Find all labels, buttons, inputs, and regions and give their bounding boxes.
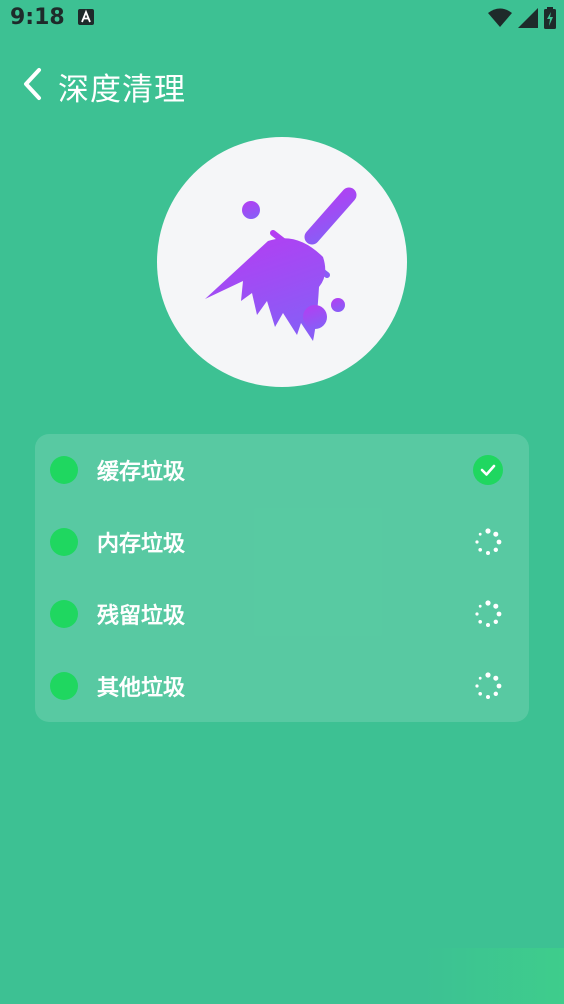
header: 深度清理 [0,60,564,110]
list-item: 缓存垃圾 [35,434,529,506]
status-dot [50,672,78,700]
junk-label-memory: 内存垃圾 [97,532,186,557]
loading-spinner-icon [475,672,502,699]
signal-icon [518,8,538,28]
logo-circle [157,137,407,387]
junk-list-panel: 缓存垃圾 内存垃圾 残留垃圾 其他垃圾 [35,434,529,722]
loading-spinner-icon [475,600,502,627]
status-dot [50,600,78,628]
loading-spinner-icon [475,528,502,555]
status-bar: 9:18 [0,0,564,38]
junk-label-residual: 残留垃圾 [97,604,186,629]
broom-icon [205,187,357,341]
list-item: 内存垃圾 [35,506,529,578]
list-item: 其他垃圾 [35,650,529,722]
junk-label-cache: 缓存垃圾 [97,460,186,485]
done-check-icon [473,455,503,485]
bottom-glow [424,948,564,1004]
list-item: 残留垃圾 [35,578,529,650]
chevron-left-icon[interactable] [18,64,48,104]
status-dot [50,456,78,484]
page-title: 深度清理 [58,72,186,108]
wifi-icon [488,8,512,27]
status-dot [50,528,78,556]
junk-label-other: 其他垃圾 [97,676,186,701]
a-notification-icon [78,9,94,25]
status-time: 9:18 [10,5,65,30]
battery-charging-icon [544,7,556,29]
